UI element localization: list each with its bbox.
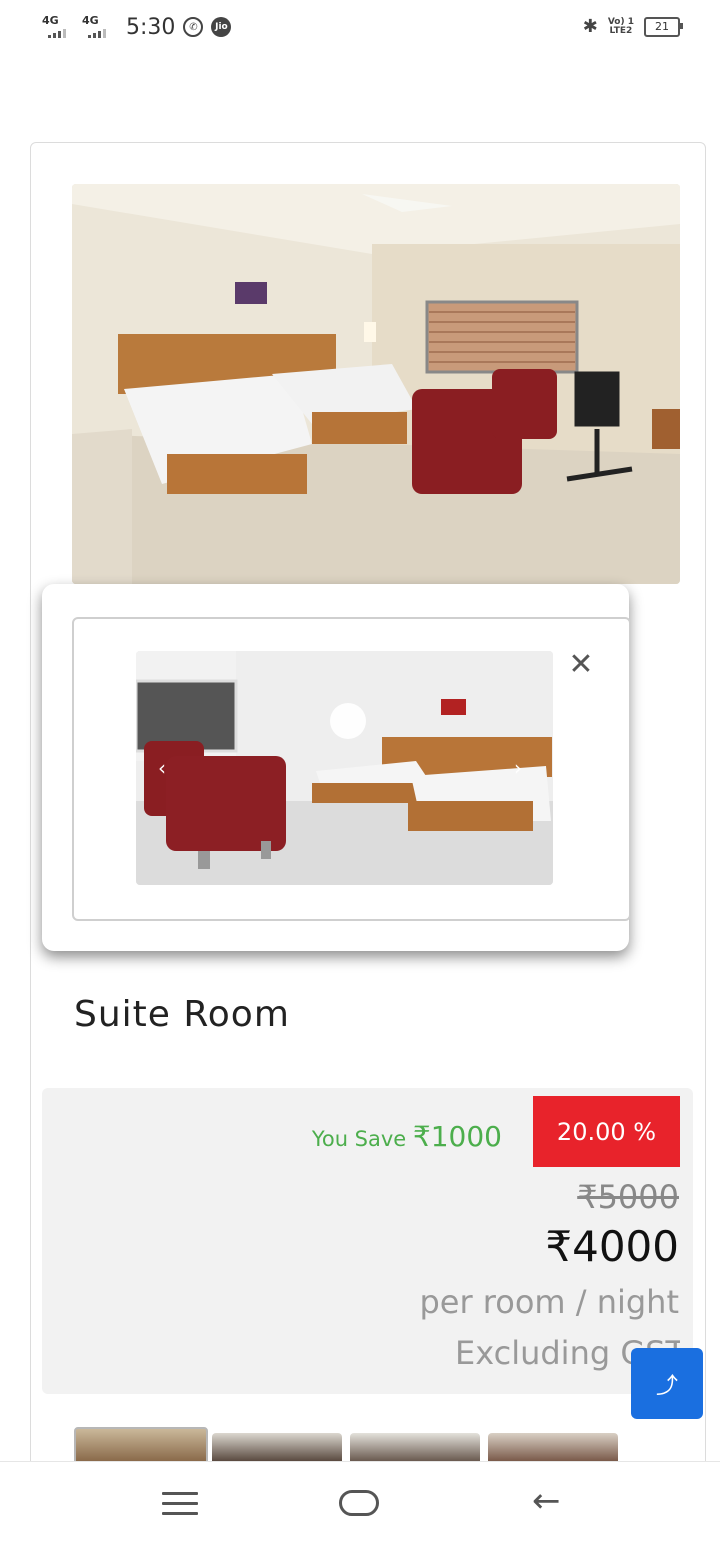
scroll-up-icon: ⤴: [655, 1373, 678, 1399]
you-save-label: You Save: [311, 1127, 407, 1151]
home-button-icon[interactable]: [339, 1490, 379, 1516]
back-arrow-icon[interactable]: ←: [532, 1484, 561, 1518]
room-title: Suite Room: [74, 994, 290, 1035]
you-save-amount: ₹1000: [412, 1120, 502, 1153]
system-navigation-bar: ←: [0, 1461, 720, 1545]
jio-icon: Jio: [211, 17, 232, 37]
whatsapp-icon: ✆: [183, 17, 204, 37]
previous-image-arrow[interactable]: ‹: [158, 758, 166, 778]
volte-indicator: Vo) 1 LTE2: [608, 17, 634, 36]
network-signal-icon-2: 4G: [82, 14, 114, 40]
price-unit: per room / night: [419, 1283, 679, 1321]
lightbox-photo[interactable]: [136, 651, 553, 885]
gallery-thumbnail[interactable]: [212, 1433, 342, 1461]
scroll-to-top-button[interactable]: ⤴: [631, 1348, 703, 1419]
status-bar: 4G 4G 5:30 ✆ Jio ✱ Vo) 1 LTE2 21: [0, 0, 720, 56]
lte-label: LTE2: [609, 25, 633, 36]
bluetooth-icon: ✱: [582, 16, 598, 37]
battery-icon: 21: [644, 16, 683, 37]
original-price: ₹5000: [577, 1178, 679, 1216]
lightbox-photo-illustration: [136, 651, 553, 885]
discount-badge: 20.00 %: [533, 1096, 680, 1167]
recent-apps-menu-icon[interactable]: [162, 1492, 198, 1522]
close-lightbox-button[interactable]: ✕: [566, 650, 596, 680]
current-price: ₹4000: [545, 1222, 679, 1271]
gallery-thumbnail[interactable]: [74, 1427, 208, 1463]
clock: 5:30: [126, 14, 176, 40]
network-type-label-2: 4G: [82, 14, 99, 27]
gallery-thumbnail[interactable]: [350, 1433, 480, 1461]
room-main-photo[interactable]: [72, 184, 680, 584]
battery-level: 21: [655, 20, 669, 33]
network-type-label: 4G: [42, 14, 59, 27]
next-image-arrow[interactable]: ›: [514, 758, 522, 778]
you-save-text: You Save ₹1000: [312, 1120, 502, 1153]
room-photo-illustration: [72, 184, 680, 584]
network-signal-icon: 4G: [42, 14, 74, 40]
gallery-thumbnail[interactable]: [488, 1433, 618, 1461]
